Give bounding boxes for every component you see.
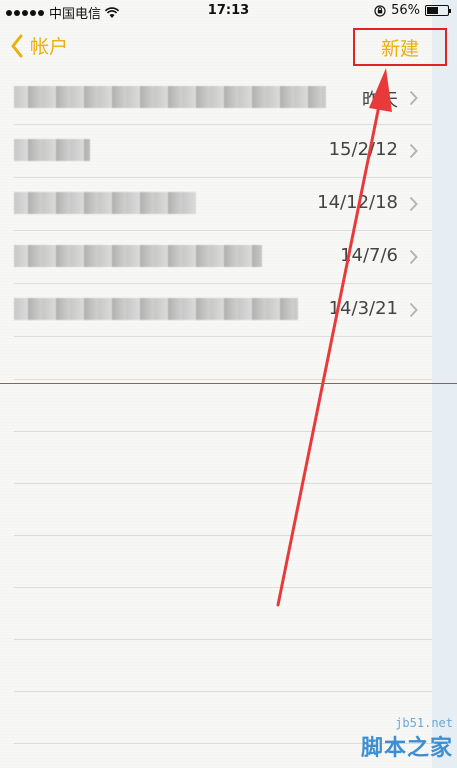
note-list: 昨天 15/2/12 14/12/18 14/7/6 14/3/21 — [0, 72, 432, 337]
note-date: 14/7/6 — [340, 245, 398, 266]
navigation-bar: 帐户 新建 — [0, 22, 457, 72]
new-note-button[interactable]: 新建 — [353, 28, 447, 66]
note-row[interactable]: 昨天 — [14, 72, 432, 125]
chevron-right-icon — [409, 249, 418, 265]
right-edge-strip — [432, 0, 457, 768]
status-right: 56% — [374, 3, 451, 18]
note-date: 15/2/12 — [328, 139, 398, 160]
chevron-right-icon — [409, 302, 418, 318]
note-row[interactable]: 14/12/18 — [14, 178, 432, 231]
chevron-left-icon — [11, 34, 23, 57]
watermark-name: 脚本之家 — [360, 736, 453, 761]
chevron-right-icon — [409, 90, 418, 106]
note-row[interactable]: 15/2/12 — [14, 125, 432, 178]
note-date: 14/12/18 — [317, 192, 398, 213]
chevron-right-icon — [409, 143, 418, 159]
note-date: 昨天 — [362, 90, 398, 111]
red-margin-line — [0, 383, 457, 384]
chevron-right-icon — [409, 196, 418, 212]
back-button[interactable]: 帐户 — [10, 32, 68, 59]
note-title-blurred — [14, 192, 196, 214]
note-title-blurred — [14, 245, 262, 267]
note-row[interactable]: 14/7/6 — [14, 231, 432, 284]
battery-icon — [425, 5, 451, 16]
watermark: jb51.net 脚本之家 — [361, 716, 453, 762]
note-date: 14/3/21 — [328, 298, 398, 319]
back-button-label: 帐户 — [30, 36, 69, 58]
note-title-blurred — [14, 298, 298, 320]
status-bar: 中国电信 17:13 56% — [0, 0, 457, 22]
new-note-label: 新建 — [380, 37, 419, 60]
notes-screen: 中国电信 17:13 56% 帐户 新建 昨天 15/2/12 14/12/18… — [0, 0, 457, 768]
battery-percent: 56% — [391, 3, 420, 18]
lined-paper-background — [14, 328, 432, 768]
note-title-blurred — [14, 86, 326, 108]
rotation-lock-icon — [374, 4, 386, 17]
watermark-site: jb51.net — [395, 716, 453, 730]
note-title-blurred — [14, 139, 90, 161]
